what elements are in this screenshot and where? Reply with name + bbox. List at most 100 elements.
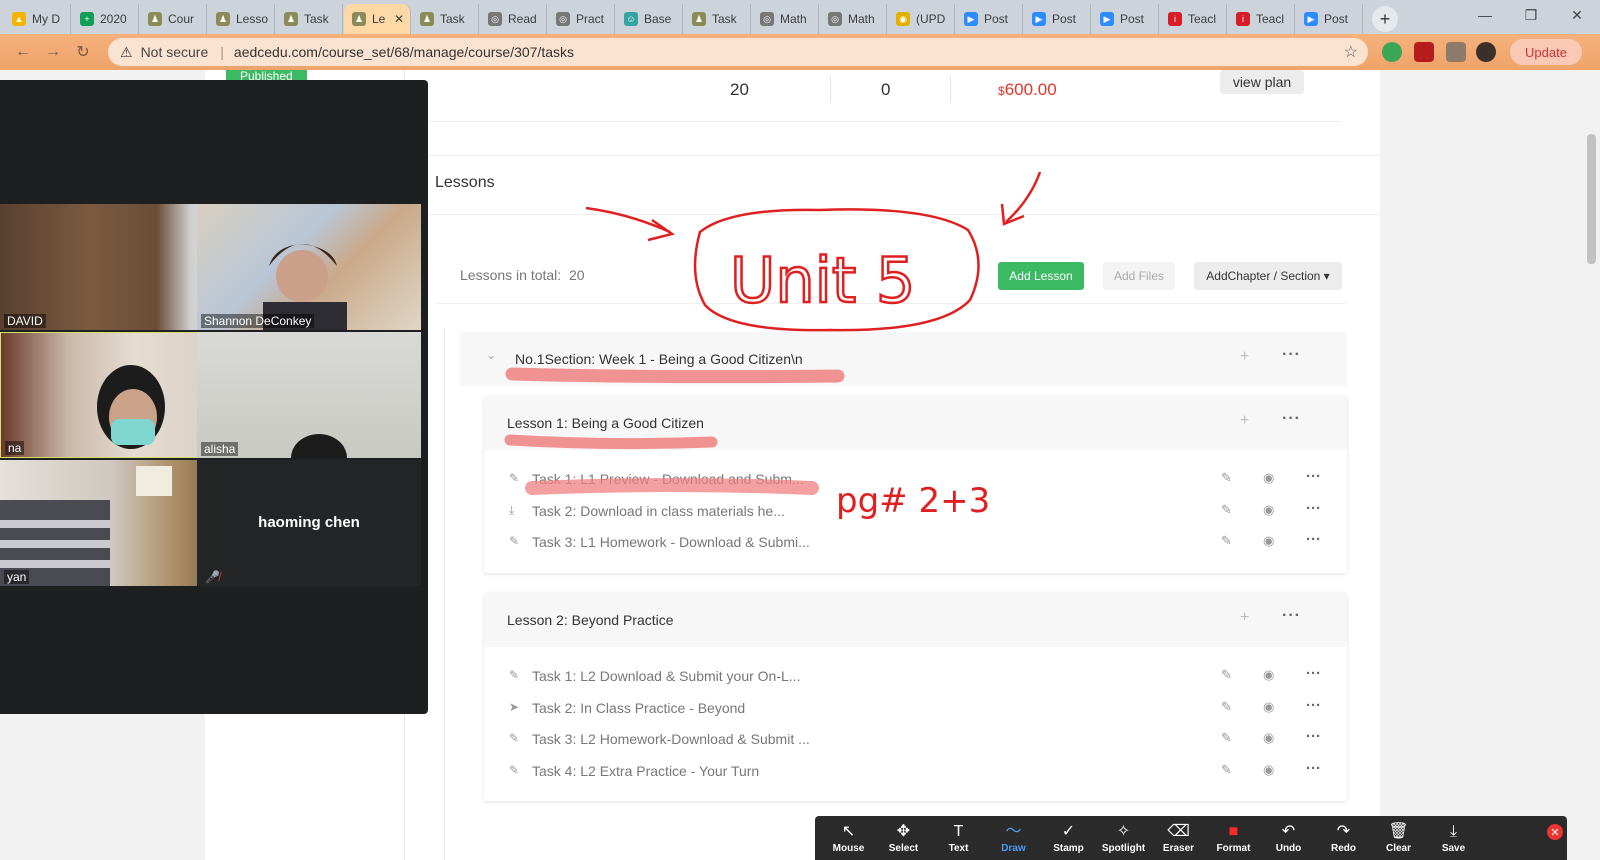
video-tile[interactable]: haoming chen 🎤̸ [197, 460, 421, 586]
update-button[interactable]: Update [1510, 39, 1582, 65]
browser-tab[interactable]: ▶ Post [956, 4, 1023, 34]
pencil-icon[interactable]: ✎ [1221, 730, 1232, 746]
extension-ublock-icon[interactable] [1414, 42, 1434, 62]
forward-icon[interactable]: → [38, 43, 68, 61]
browser-tab[interactable]: ♟ Le ✕ [344, 4, 411, 34]
back-icon[interactable]: ← [8, 43, 38, 61]
browser-tab[interactable]: ◎ Math [752, 4, 819, 34]
eye-icon[interactable]: ◉ [1263, 667, 1274, 683]
browser-tab[interactable]: ▶ Post [1092, 4, 1159, 34]
browser-tab[interactable]: ♟ Lesso [208, 4, 275, 34]
add-files-button[interactable]: Add Files [1103, 262, 1175, 290]
add-icon[interactable]: + [1240, 412, 1249, 430]
browser-tab[interactable]: ▶ Post [1024, 4, 1091, 34]
task-row[interactable]: ✎ Task 4: L2 Extra Practice - Your Turn … [484, 756, 1347, 786]
extension-puzzle-icon[interactable] [1446, 42, 1466, 62]
pencil-icon[interactable]: ✎ [1221, 470, 1232, 486]
eye-icon[interactable]: ◉ [1263, 730, 1274, 746]
close-annotation-icon[interactable]: ✕ [1547, 824, 1563, 840]
browser-tab[interactable]: ◉ (UPD [888, 4, 955, 34]
video-tile[interactable]: na [0, 332, 224, 458]
close-window-icon[interactable]: ✕ [1554, 0, 1600, 30]
eye-icon[interactable]: ◉ [1263, 762, 1274, 778]
bookmark-star-icon[interactable]: ☆ [1344, 42, 1358, 62]
minimize-icon[interactable]: — [1462, 0, 1508, 30]
eye-icon[interactable]: ◉ [1263, 699, 1274, 715]
task-title[interactable]: Task 4: L2 Extra Practice - Your Turn [532, 763, 759, 779]
task-row[interactable]: ✎ Task 3: L1 Homework - Download & Submi… [484, 527, 1347, 557]
tool-eraser[interactable]: ⌫ Eraser [1151, 822, 1206, 854]
tool-redo[interactable]: ↷ Redo [1316, 822, 1371, 854]
more-icon[interactable]: ··· [1306, 500, 1321, 517]
task-title[interactable]: Task 2: In Class Practice - Beyond [532, 700, 745, 716]
add-lesson-button[interactable]: Add Lesson [998, 262, 1084, 290]
video-tile[interactable]: alisha [197, 332, 421, 458]
task-row[interactable]: ✎ Task 1: L2 Download & Submit your On-L… [484, 661, 1347, 691]
tool-text[interactable]: T Text [931, 822, 986, 854]
add-icon[interactable]: + [1240, 348, 1249, 366]
task-title[interactable]: Task 2: Download in class materials he..… [532, 503, 785, 519]
task-title[interactable]: Task 1: L1 Preview - Download and Subm..… [532, 471, 804, 487]
pencil-icon[interactable]: ✎ [1221, 502, 1232, 518]
more-icon[interactable]: ··· [1306, 468, 1321, 485]
tool-select[interactable]: ✥ Select [876, 822, 931, 854]
section-row[interactable]: ⌄ No.1Section: Week 1 - Being a Good Cit… [460, 332, 1347, 386]
task-row[interactable]: ✎ Task 1: L1 Preview - Download and Subm… [484, 464, 1347, 494]
tool-spotlight[interactable]: ✧ Spotlight [1096, 822, 1151, 854]
tool-clear[interactable]: 🗑 Clear [1371, 822, 1426, 854]
video-tile[interactable]: yan [0, 460, 224, 586]
page-scrollbar[interactable] [1583, 70, 1600, 860]
more-icon[interactable]: ··· [1306, 697, 1321, 714]
pencil-icon[interactable]: ✎ [1221, 762, 1232, 778]
chevron-down-icon[interactable]: ⌄ [486, 348, 496, 362]
view-plan-button[interactable]: view plan [1220, 70, 1304, 94]
scrollbar-thumb[interactable] [1587, 134, 1596, 264]
task-title[interactable]: Task 3: L2 Homework-Download & Submit ..… [532, 731, 810, 747]
browser-tab[interactable]: ♟ Cour [140, 4, 207, 34]
add-icon[interactable]: + [1240, 609, 1249, 627]
tool-mouse[interactable]: ↖ Mouse [821, 822, 876, 854]
browser-tab[interactable]: ♟ Task [684, 4, 751, 34]
more-icon[interactable]: ··· [1306, 728, 1321, 745]
task-row[interactable]: ➤ Task 2: In Class Practice - Beyond ✎ ◉… [484, 693, 1347, 723]
task-title[interactable]: Task 1: L2 Download & Submit your On-L..… [532, 668, 800, 684]
close-tab-icon[interactable]: ✕ [394, 12, 404, 26]
browser-tab[interactable]: ♟ Task [276, 4, 343, 34]
tool-save[interactable]: ⤓ Save [1426, 822, 1481, 854]
pencil-icon[interactable]: ✎ [1221, 699, 1232, 715]
eye-icon[interactable]: ◉ [1263, 533, 1274, 549]
browser-tab[interactable]: ▲ My D [4, 4, 71, 34]
browser-tab[interactable]: ◎ Pract [548, 4, 615, 34]
more-icon[interactable]: ··· [1306, 665, 1321, 682]
browser-tab[interactable]: i Teacl [1160, 4, 1227, 34]
lesson-header[interactable]: Lesson 1: Being a Good Citizen + ··· [484, 396, 1347, 450]
task-row[interactable]: ✎ Task 3: L2 Homework-Download & Submit … [484, 724, 1347, 754]
url-text[interactable]: aedcedu.com/course_set/68/manage/course/… [234, 44, 574, 60]
more-icon[interactable]: ··· [1282, 346, 1301, 364]
tool-format[interactable]: ■ Format [1206, 822, 1261, 854]
tool-stamp[interactable]: ✓ Stamp [1041, 822, 1096, 854]
pencil-icon[interactable]: ✎ [1221, 533, 1232, 549]
eye-icon[interactable]: ◉ [1263, 470, 1274, 486]
eye-icon[interactable]: ◉ [1263, 502, 1274, 518]
profile-avatar[interactable] [1476, 42, 1496, 62]
browser-tab[interactable]: ◎ Math [820, 4, 887, 34]
browser-tab[interactable]: ◎ Read [480, 4, 547, 34]
video-tile[interactable]: Shannon DeConkey [197, 204, 421, 330]
new-tab-button[interactable]: + [1372, 6, 1398, 32]
browser-tab[interactable]: ♟ Task [412, 4, 479, 34]
lesson-header[interactable]: Lesson 2: Beyond Practice + ··· [484, 593, 1347, 647]
reload-icon[interactable]: ↻ [68, 42, 98, 62]
pencil-icon[interactable]: ✎ [1221, 667, 1232, 683]
more-icon[interactable]: ··· [1306, 760, 1321, 777]
more-icon[interactable]: ··· [1306, 531, 1321, 548]
video-tile[interactable]: DAVID [0, 204, 224, 330]
restore-icon[interactable]: ❐ [1508, 0, 1554, 30]
tool-draw[interactable]: 〜 Draw [986, 822, 1041, 854]
tool-undo[interactable]: ↶ Undo [1261, 822, 1316, 854]
browser-tab[interactable]: ▶ Post [1296, 4, 1363, 34]
more-icon[interactable]: ··· [1282, 607, 1301, 625]
extension-green-icon[interactable] [1382, 42, 1402, 62]
add-chapter-section-button[interactable]: AddChapter / Section ▾ [1194, 262, 1342, 290]
task-title[interactable]: Task 3: L1 Homework - Download & Submi..… [532, 534, 810, 550]
